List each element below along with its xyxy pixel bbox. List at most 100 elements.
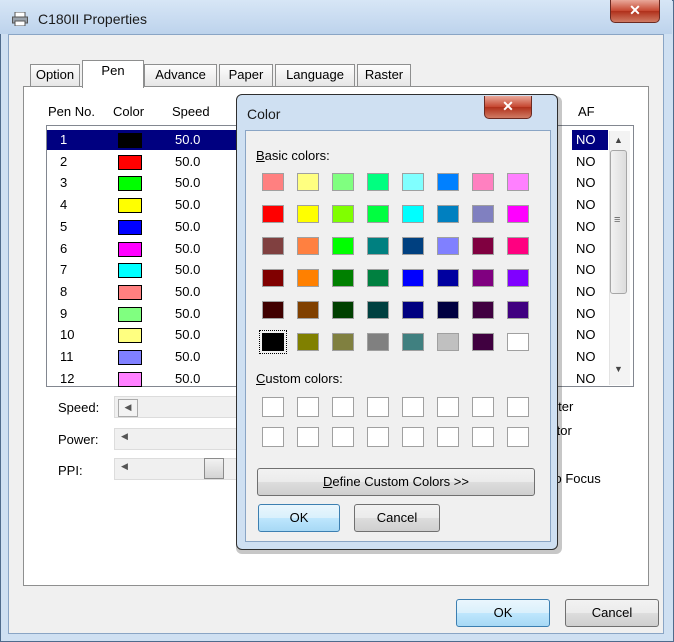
- basic-color-swatch[interactable]: [437, 301, 459, 319]
- custom-color-swatch[interactable]: [472, 397, 494, 417]
- basic-color-swatch[interactable]: [262, 205, 284, 223]
- custom-color-swatch[interactable]: [402, 427, 424, 447]
- color-dialog-close-button[interactable]: ✕: [484, 96, 532, 119]
- basic-color-swatch[interactable]: [507, 269, 529, 287]
- pen-speed: 50.0: [175, 197, 201, 213]
- power-left-arrow-icon[interactable]: ◀: [121, 431, 128, 442]
- speed-left-arrow-icon[interactable]: ◀: [118, 399, 138, 417]
- basic-color-swatch[interactable]: [507, 237, 529, 255]
- basic-color-swatch[interactable]: [332, 269, 354, 287]
- basic-color-swatch[interactable]: [367, 173, 389, 191]
- custom-color-swatch[interactable]: [297, 397, 319, 417]
- basic-color-swatch[interactable]: [507, 205, 529, 223]
- tab-advance[interactable]: Advance: [144, 64, 217, 86]
- define-custom-colors-button[interactable]: Define Custom Colors >>: [257, 468, 535, 496]
- basic-color-swatch[interactable]: [472, 333, 494, 351]
- basic-color-swatch[interactable]: [437, 205, 459, 223]
- basic-color-swatch[interactable]: [332, 333, 354, 351]
- basic-color-swatch[interactable]: [367, 269, 389, 287]
- custom-color-swatch[interactable]: [332, 397, 354, 417]
- basic-color-swatch[interactable]: [297, 269, 319, 287]
- color-ok-button[interactable]: OK: [258, 504, 340, 532]
- basic-color-swatch[interactable]: [402, 333, 424, 351]
- basic-color-swatch[interactable]: [402, 269, 424, 287]
- custom-colors-label: Custom colors:: [256, 371, 343, 386]
- scroll-up-arrow-icon[interactable]: ▲: [614, 135, 623, 145]
- basic-color-swatch[interactable]: [472, 173, 494, 191]
- custom-color-swatch[interactable]: [402, 397, 424, 417]
- basic-color-swatch[interactable]: [437, 269, 459, 287]
- basic-color-swatch[interactable]: [472, 269, 494, 287]
- custom-color-swatch[interactable]: [507, 397, 529, 417]
- basic-color-swatch[interactable]: [507, 301, 529, 319]
- custom-color-swatch[interactable]: [507, 427, 529, 447]
- basic-color-swatch[interactable]: [472, 301, 494, 319]
- tab-language[interactable]: Language: [275, 64, 355, 86]
- tab-option[interactable]: Option: [30, 64, 80, 86]
- custom-color-swatch[interactable]: [297, 427, 319, 447]
- power-slider[interactable]: [114, 428, 238, 450]
- basic-color-swatch[interactable]: [367, 237, 389, 255]
- pen-speed: 50.0: [175, 262, 201, 278]
- basic-color-swatch[interactable]: [297, 205, 319, 223]
- cancel-button[interactable]: Cancel: [565, 599, 659, 627]
- custom-color-swatch[interactable]: [367, 397, 389, 417]
- pen-color-swatch[interactable]: [118, 133, 142, 148]
- pen-color-swatch[interactable]: [118, 241, 142, 257]
- custom-color-swatch[interactable]: [262, 397, 284, 417]
- basic-color-swatch[interactable]: [437, 333, 459, 351]
- ok-button[interactable]: OK: [456, 599, 550, 627]
- basic-color-swatch[interactable]: [472, 205, 494, 223]
- basic-color-swatch[interactable]: [507, 173, 529, 191]
- basic-color-swatch[interactable]: [297, 301, 319, 319]
- basic-color-swatch[interactable]: [262, 173, 284, 191]
- ppi-left-arrow-icon[interactable]: ◀: [121, 461, 128, 472]
- basic-color-swatch[interactable]: [367, 333, 389, 351]
- pen-color-swatch[interactable]: [118, 198, 142, 214]
- basic-color-swatch[interactable]: [297, 237, 319, 255]
- custom-color-swatch[interactable]: [367, 427, 389, 447]
- basic-color-swatch[interactable]: [472, 237, 494, 255]
- basic-color-swatch[interactable]: [402, 237, 424, 255]
- ppi-slider-thumb[interactable]: [204, 458, 224, 479]
- basic-color-swatch[interactable]: [367, 205, 389, 223]
- pen-color-swatch[interactable]: [118, 371, 142, 387]
- window-close-button[interactable]: ✕: [610, 0, 660, 23]
- scroll-down-arrow-icon[interactable]: ▼: [614, 364, 623, 374]
- basic-color-swatch[interactable]: [402, 205, 424, 223]
- pen-color-swatch[interactable]: [118, 306, 142, 322]
- pen-color-swatch[interactable]: [118, 176, 142, 192]
- basic-color-swatch[interactable]: [262, 301, 284, 319]
- pen-color-swatch[interactable]: [118, 350, 142, 365]
- pen-color-swatch[interactable]: [118, 263, 142, 279]
- pen-af: NO: [576, 327, 596, 343]
- basic-color-swatch[interactable]: [262, 269, 284, 287]
- custom-color-swatch[interactable]: [262, 427, 284, 447]
- basic-color-swatch[interactable]: [262, 237, 284, 255]
- basic-color-swatch[interactable]: [332, 205, 354, 223]
- basic-color-swatch[interactable]: [402, 173, 424, 191]
- basic-color-swatch[interactable]: [332, 173, 354, 191]
- basic-color-swatch[interactable]: [297, 173, 319, 191]
- basic-color-swatch[interactable]: [402, 301, 424, 319]
- basic-color-swatch[interactable]: [259, 330, 287, 354]
- pen-color-swatch[interactable]: [118, 219, 142, 235]
- tab-raster[interactable]: Raster: [357, 64, 411, 86]
- custom-color-swatch[interactable]: [437, 397, 459, 417]
- color-cancel-button[interactable]: Cancel: [354, 504, 440, 532]
- pen-color-swatch[interactable]: [118, 284, 142, 300]
- basic-color-swatch[interactable]: [297, 333, 319, 351]
- pen-color-swatch[interactable]: [118, 154, 142, 170]
- tab-pen[interactable]: Pen: [82, 60, 144, 88]
- basic-color-swatch[interactable]: [332, 301, 354, 319]
- custom-color-swatch[interactable]: [437, 427, 459, 447]
- tab-paper[interactable]: Paper: [219, 64, 273, 86]
- custom-color-swatch[interactable]: [332, 427, 354, 447]
- basic-color-swatch[interactable]: [507, 333, 529, 351]
- basic-color-swatch[interactable]: [437, 237, 459, 255]
- basic-color-swatch[interactable]: [437, 173, 459, 191]
- basic-color-swatch[interactable]: [367, 301, 389, 319]
- pen-color-swatch[interactable]: [118, 328, 142, 344]
- custom-color-swatch[interactable]: [472, 427, 494, 447]
- basic-color-swatch[interactable]: [332, 237, 354, 255]
